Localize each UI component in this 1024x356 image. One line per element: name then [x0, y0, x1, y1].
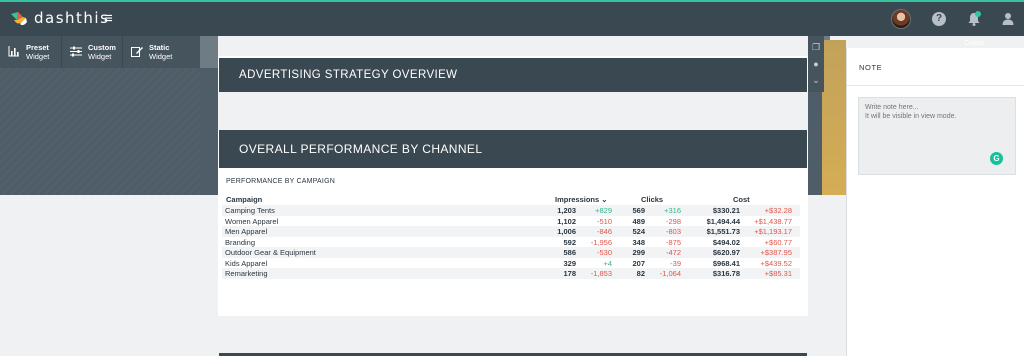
table-row[interactable]: Outdoor Gear & Equipment 586 -530 299 -472 $6…: [222, 247, 800, 258]
campaign-cell: Kids Apparel: [225, 258, 268, 268]
sort-chevron-icon[interactable]: ⌄: [601, 195, 607, 204]
clicks-delta-cell: -803: [665, 227, 681, 236]
impressions-cell: 329: [563, 258, 576, 268]
static-widget-button[interactable]: Static Widget: [123, 36, 200, 68]
user-avatar[interactable]: [891, 9, 911, 29]
impressions-cell: 1,006: [557, 227, 576, 236]
notification-dot: [975, 11, 981, 17]
impressions-cell: 1,102: [557, 216, 576, 226]
col-header-impressions-label: Impressions: [555, 195, 600, 204]
cost-delta-cell: +$387.95: [760, 248, 793, 257]
colors-tab[interactable]: Colour: [964, 40, 985, 47]
clicks-delta-cell: -472: [665, 248, 681, 257]
theme-color-strip: [822, 40, 846, 195]
grammarly-icon[interactable]: G: [990, 152, 1003, 165]
cost-cell: $330.21: [712, 206, 740, 215]
top-nav-bar: dashthis ≡ ?: [0, 0, 1024, 36]
backdrop-pattern: [0, 68, 200, 195]
clicks-cell: 489: [632, 216, 645, 226]
cost-delta-cell: +$32.28: [764, 206, 792, 215]
custom-widget-button[interactable]: Custom Widget: [62, 36, 123, 68]
cost-delta-cell: +$439.52: [760, 258, 793, 268]
widget-toolbar: Preset Widget Custom Widget Static Widge…: [0, 36, 200, 68]
impressions-cell: 592: [563, 237, 576, 247]
preset-widget-sub: Widget: [26, 52, 50, 61]
cost-delta-cell: +$60.77: [764, 237, 792, 247]
col-header-cost[interactable]: Cost: [733, 195, 750, 204]
table-row[interactable]: Women Apparel 1,102 -510 489 -298 $1,494.44 +$…: [222, 216, 800, 227]
impressions-delta-cell: -1,956: [590, 237, 612, 247]
strategy-section-header[interactable]: ADVERTISING STRATEGY OVERVIEW: [219, 58, 807, 92]
performance-section-header[interactable]: OVERALL PERFORMANCE BY CHANNEL: [219, 130, 807, 168]
copy-icon[interactable]: ❐: [808, 42, 824, 53]
cost-cell: $968.41: [712, 258, 740, 268]
impressions-delta-cell: +4: [603, 258, 612, 268]
cost-delta-cell: +$1,438.77: [754, 216, 792, 226]
bar-chart-icon: [8, 46, 19, 57]
clicks-cell: 524: [632, 227, 645, 236]
hamburger-icon[interactable]: ≡: [104, 10, 113, 27]
dashthis-logo-icon[interactable]: [8, 8, 30, 30]
clicks-cell: 348: [632, 237, 645, 247]
campaign-cell: Women Apparel: [225, 216, 279, 226]
static-widget-sub: Widget: [149, 52, 173, 61]
sliders-icon: [70, 46, 82, 57]
section-scroll-control[interactable]: ❐ ● ⌄: [808, 36, 824, 92]
preset-widget-button[interactable]: Preset Widget: [0, 36, 62, 68]
campaign-cell: Men Apparel: [225, 227, 268, 236]
custom-widget-title: Custom: [88, 43, 116, 52]
table-label: PERFORMANCE BY CAMPAIGN: [226, 178, 335, 185]
clicks-delta-cell: +316: [664, 206, 681, 215]
table-row[interactable]: Branding 592 -1,956 348 -875 $494.02 +$60.77: [222, 237, 800, 248]
cost-cell: $620.97: [712, 248, 740, 257]
cost-cell: $1,494.44: [706, 216, 740, 226]
clicks-delta-cell: -39: [670, 258, 681, 268]
clicks-delta-cell: -298: [665, 216, 681, 226]
clicks-delta-cell: -1,064: [659, 269, 681, 278]
clicks-cell: 569: [632, 206, 645, 215]
clicks-cell: 299: [632, 248, 645, 257]
clicks-delta-cell: -875: [665, 237, 681, 247]
performance-section-title: OVERALL PERFORMANCE BY CHANNEL: [239, 142, 483, 156]
brand-name[interactable]: dashthis: [34, 9, 109, 27]
static-widget-title: Static: [149, 43, 170, 52]
table-row[interactable]: Remarketing 178 -1,853 82 -1,064 $316.78 +$85.…: [222, 268, 800, 279]
impressions-cell: 586: [563, 248, 576, 257]
clicks-cell: 207: [632, 258, 645, 268]
impressions-delta-cell: -846: [596, 227, 612, 236]
cost-delta-cell: +$85.31: [764, 269, 792, 278]
campaign-cell: Camping Tents: [225, 206, 275, 215]
impressions-delta-cell: -1,853: [590, 269, 612, 278]
note-title: NOTE: [859, 63, 883, 72]
impressions-cell: 178: [563, 269, 576, 278]
col-header-impressions[interactable]: Impressions ⌄: [555, 195, 608, 204]
note-divider: [847, 85, 1024, 86]
impressions-delta-cell: -510: [596, 216, 612, 226]
custom-widget-sub: Widget: [88, 52, 112, 61]
campaign-cell: Remarketing: [225, 269, 268, 278]
table-row[interactable]: Men Apparel 1,006 -846 524 -803 $1,551.73 +$1,…: [222, 226, 800, 237]
dot-icon[interactable]: ●: [808, 59, 824, 69]
impressions-cell: 1,203: [557, 206, 576, 215]
clicks-cell: 82: [636, 269, 645, 278]
col-header-campaign[interactable]: Campaign: [226, 195, 262, 204]
preset-widget-title: Preset: [26, 43, 49, 52]
cost-delta-cell: +$1,193.17: [754, 227, 792, 236]
cost-cell: $1,551.73: [706, 227, 740, 236]
edit-icon: [131, 47, 143, 57]
user-icon[interactable]: [1000, 11, 1016, 27]
campaign-cell: Outdoor Gear & Equipment: [225, 248, 316, 257]
impressions-delta-cell: -530: [596, 248, 612, 257]
table-row[interactable]: Kids Apparel 329 +4 207 -39 $968.41 +$439.52: [222, 258, 800, 269]
help-icon[interactable]: ?: [932, 12, 946, 26]
table-row[interactable]: Camping Tents 1,203 +829 569 +316 $330.21 +$32…: [222, 205, 800, 216]
impressions-delta-cell: +829: [595, 206, 612, 215]
campaign-cell: Branding: [225, 237, 256, 247]
col-header-clicks[interactable]: Clicks: [641, 195, 663, 204]
cost-cell: $316.78: [712, 269, 740, 278]
note-panel: NOTE: [846, 48, 1024, 356]
cost-cell: $494.02: [712, 237, 740, 247]
strategy-section-title: ADVERTISING STRATEGY OVERVIEW: [239, 69, 458, 81]
chevron-down-icon[interactable]: ⌄: [808, 75, 824, 86]
